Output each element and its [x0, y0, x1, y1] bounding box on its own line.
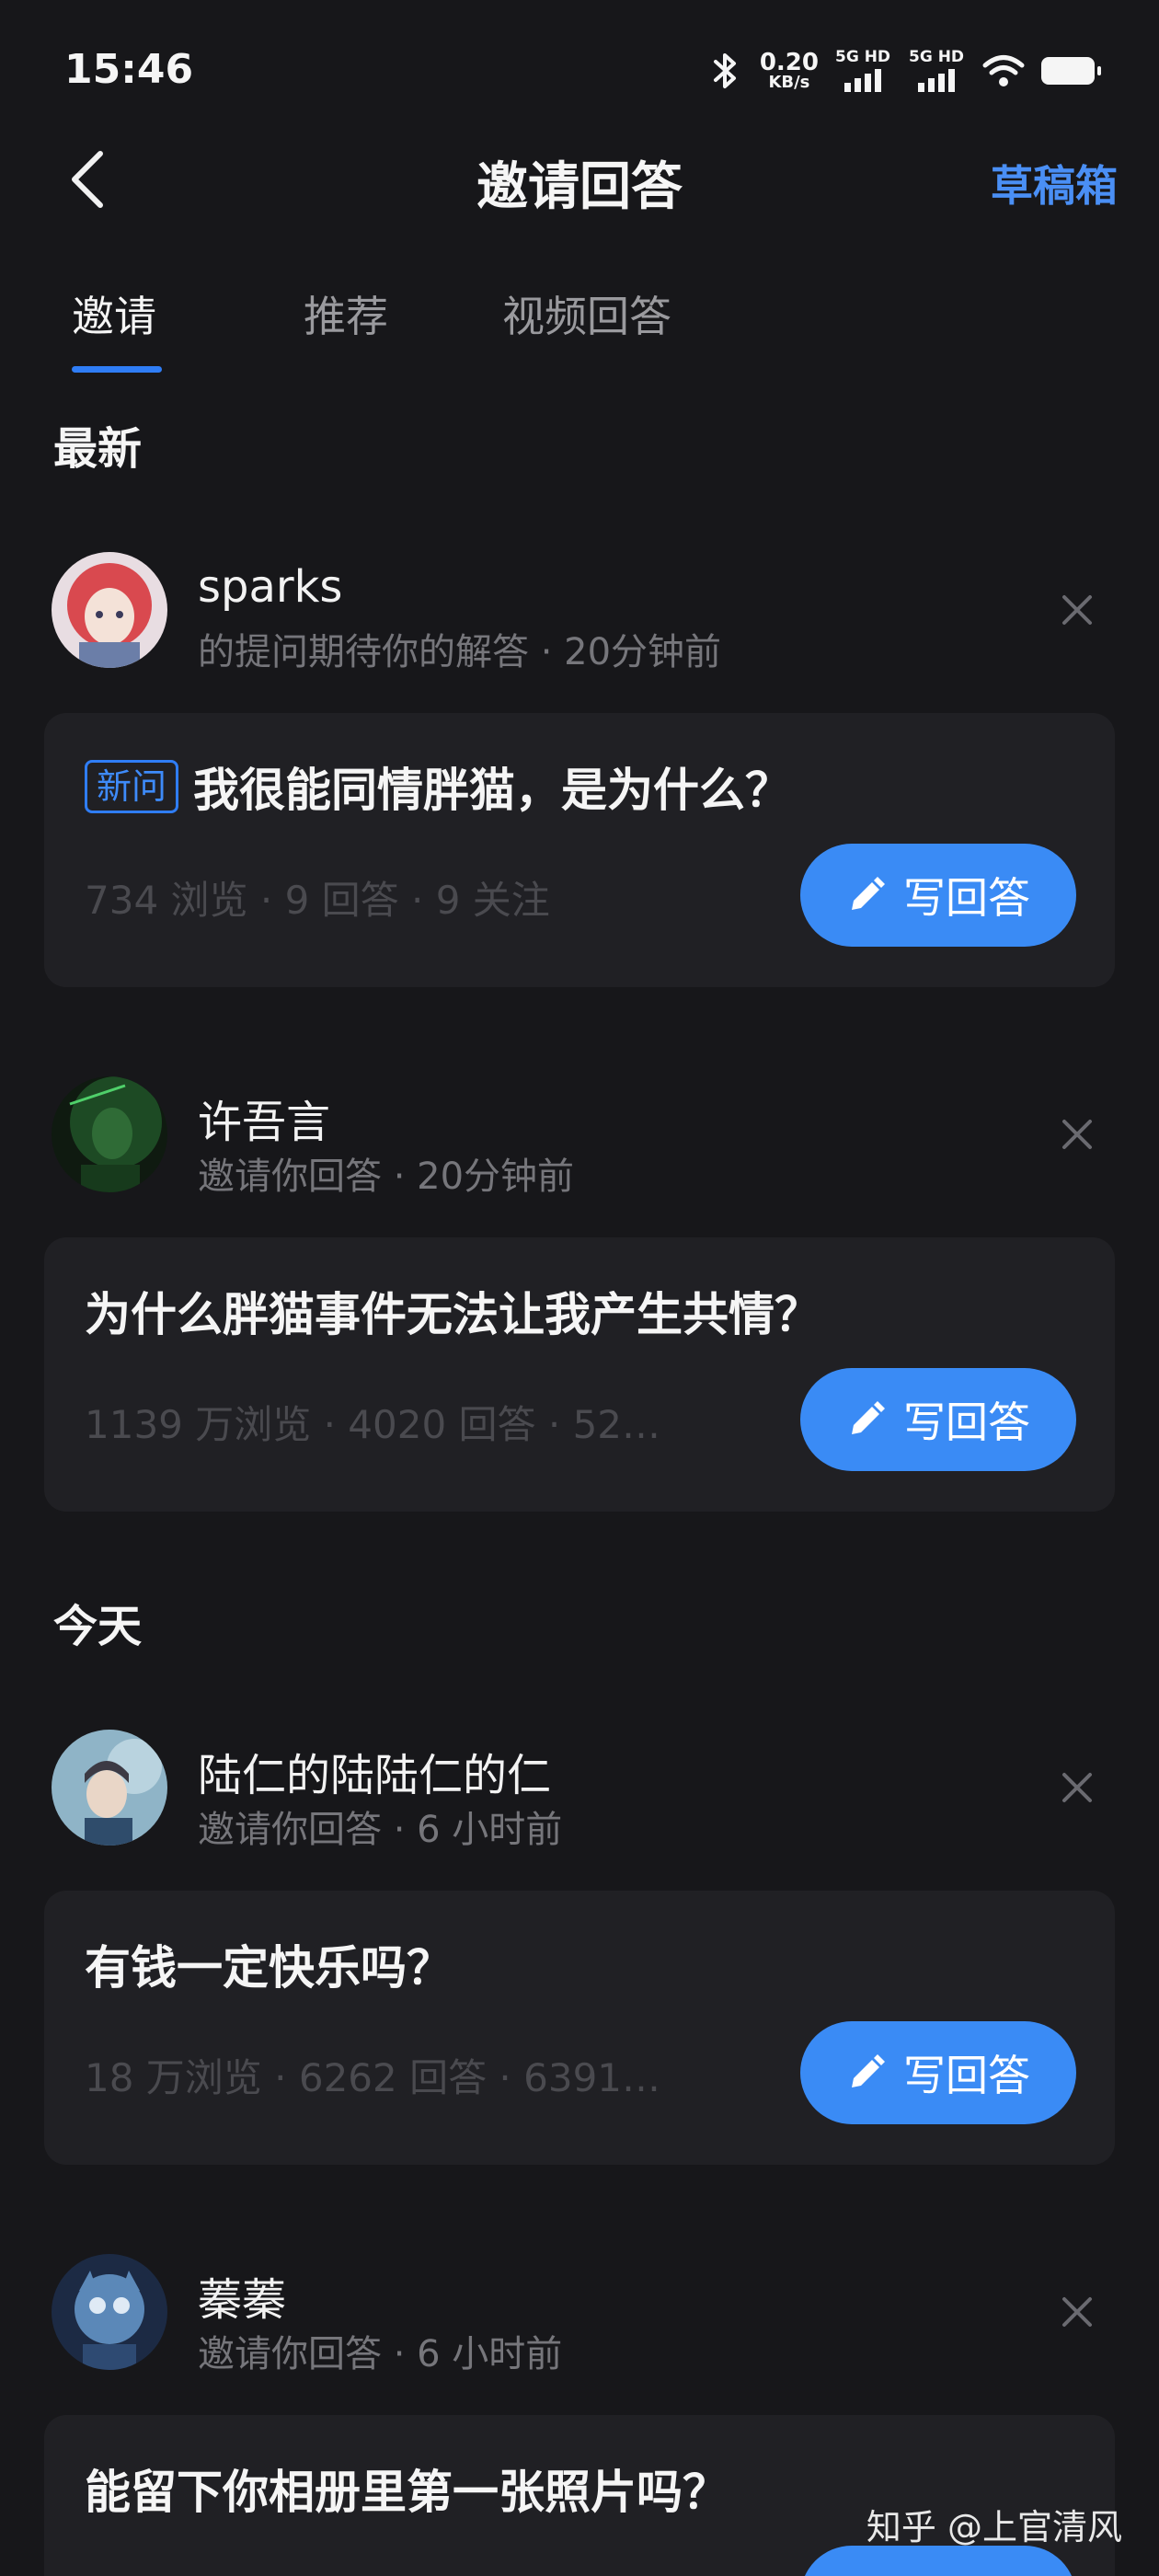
write-answer-label: 写回答 [903, 873, 1030, 923]
new-question-badge: 新问 [85, 760, 179, 813]
network-speed-unit: KB/s [768, 73, 810, 92]
invite-meta: 的提问期待你的解答 · 20分钟前 [198, 631, 722, 673]
section-title-latest: 最新 [53, 423, 143, 475]
watermark: 知乎 @上官清风 [866, 2507, 1122, 2547]
write-answer-button[interactable]: 写回答 [800, 1368, 1076, 1471]
tab-invite[interactable]: 邀请 [72, 283, 156, 344]
status-time: 15:46 [64, 46, 194, 93]
question-card[interactable]: 新问 我很能同情胖猫，是为什么？ 734 浏览 · 9 回答 · 9 关注 写回… [44, 713, 1115, 987]
question-stats: 1139 万浏览 · 4020 回答 · 52… [85, 1402, 661, 1447]
close-icon[interactable] [1060, 2294, 1095, 2329]
sim1-label: 5G HD [835, 48, 891, 66]
pencil-icon [852, 1401, 885, 1434]
section-title-today: 今天 [53, 1601, 143, 1652]
question-card[interactable]: 有钱一定快乐吗？ 18 万浏览 · 6262 回答 · 6391… 写回答 [44, 1891, 1115, 2165]
invite-answer-screen: 15:46 0.20 KB/s 5G HD 5G HD 邀请回答 草稿箱 邀请 … [0, 0, 1159, 2576]
question-title[interactable]: 有钱一定快乐吗？ [85, 1931, 453, 1997]
question-stats: 734 浏览 · 9 回答 · 9 关注 [85, 878, 550, 923]
question-stats: 18 万浏览 · 6262 回答 · 6391… [85, 2055, 661, 2100]
close-icon[interactable] [1060, 1117, 1095, 1152]
user-name[interactable]: 陆仁的陆陆仁的仁 [198, 1739, 551, 1803]
active-tab-indicator [72, 366, 162, 373]
tab-recommend[interactable]: 推荐 [304, 283, 388, 344]
user-name[interactable]: sparks [198, 561, 342, 613]
write-answer-label: 写回答 [903, 2567, 1030, 2576]
close-icon[interactable] [1060, 1770, 1095, 1805]
signal-icon: 5G HD [835, 48, 892, 94]
status-icons: 0.20 KB/s 5G HD 5G HD [708, 48, 1101, 94]
invite-meta: 邀请你回答 · 20分钟前 [198, 1156, 575, 1198]
question-title[interactable]: 新问 我很能同情胖猫，是为什么？ [85, 753, 791, 820]
tab-bar: 邀请 推荐 视频回答 [0, 276, 1159, 377]
pencil-icon [852, 2054, 885, 2087]
write-answer-label: 写回答 [903, 2051, 1030, 2100]
bluetooth-icon [713, 53, 736, 88]
network-speed: 0.20 KB/s [760, 51, 819, 91]
signal-icon: 5G HD [909, 48, 966, 94]
question-title[interactable]: 为什么胖猫事件无法让我产生共情？ [85, 1278, 820, 1344]
page-title: 邀请回答 [476, 157, 683, 217]
avatar[interactable] [52, 552, 167, 668]
close-icon[interactable] [1060, 592, 1095, 627]
pencil-icon [852, 877, 885, 910]
wifi-icon [982, 55, 1025, 86]
avatar[interactable] [52, 2254, 167, 2370]
question-text: 我很能同情胖猫，是为什么？ [193, 764, 792, 817]
write-answer-button[interactable]: 写回答 [800, 844, 1076, 947]
drafts-button[interactable]: 草稿箱 [991, 153, 1118, 213]
write-answer-button[interactable]: 写回答 [800, 2021, 1076, 2124]
invite-meta: 邀请你回答 · 6 小时前 [198, 1809, 563, 1851]
question-title[interactable]: 能留下你相册里第一张照片吗？ [85, 2455, 729, 2522]
top-navigation: 邀请回答 草稿箱 [0, 138, 1159, 225]
avatar[interactable] [52, 1730, 167, 1846]
network-speed-value: 0.20 [759, 49, 819, 76]
battery-icon [1041, 57, 1101, 85]
status-bar: 15:46 0.20 KB/s 5G HD 5G HD [0, 0, 1159, 138]
write-answer-label: 写回答 [903, 1397, 1030, 1447]
invite-meta: 邀请你回答 · 6 小时前 [198, 2333, 563, 2375]
user-name[interactable]: 许吾言 [198, 1086, 330, 1150]
sim2-label: 5G HD [909, 48, 965, 66]
question-card[interactable]: 能留下你相册里第一张照片吗？ 写回答 [44, 2415, 1115, 2576]
question-card[interactable]: 为什么胖猫事件无法让我产生共情？ 1139 万浏览 · 4020 回答 · 52… [44, 1237, 1115, 1512]
avatar[interactable] [52, 1076, 167, 1192]
user-name[interactable]: 蓁蓁 [198, 2263, 286, 2328]
write-answer-button[interactable]: 写回答 [800, 2546, 1076, 2576]
tab-video-answer[interactable]: 视频回答 [502, 283, 671, 344]
